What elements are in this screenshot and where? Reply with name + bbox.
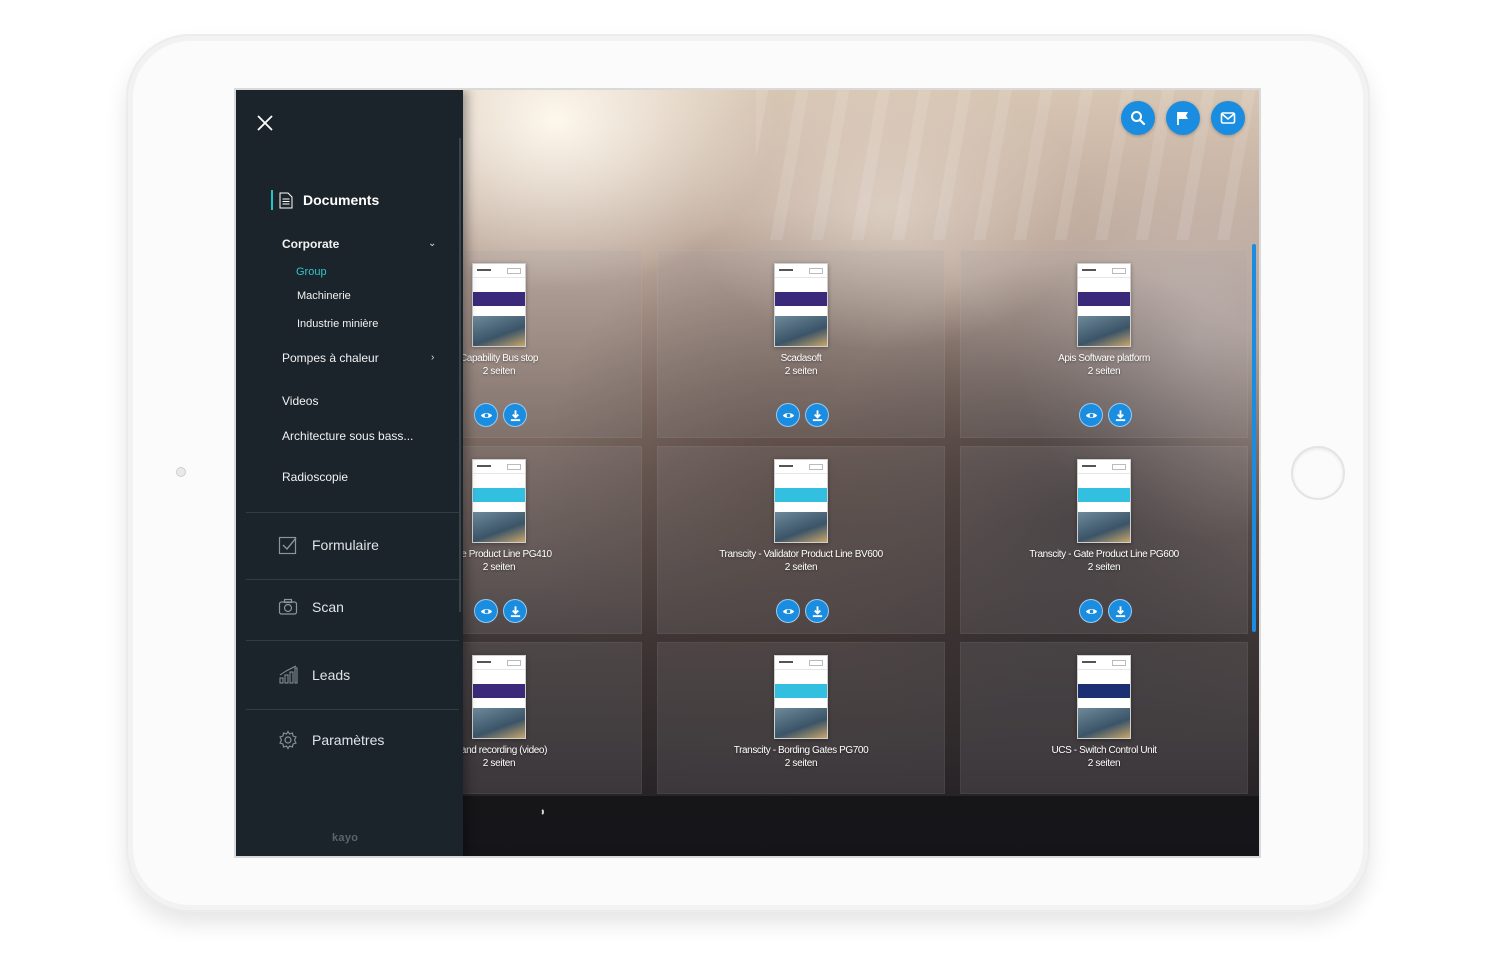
eye-icon <box>480 412 492 418</box>
preview-button[interactable] <box>776 403 800 427</box>
document-grid: Capability Bus stop 2 seiten Scadasoft 2… <box>356 250 1248 798</box>
document-tile[interactable]: Scadasoft 2 seiten <box>657 250 945 438</box>
chevron-right-icon[interactable]: › <box>431 352 434 363</box>
download-icon <box>1115 409 1125 421</box>
sidebar-item-scan[interactable]: Scan <box>278 597 344 617</box>
document-page-count: 2 seiten <box>1087 366 1121 377</box>
document-grid-scrollbar[interactable] <box>1252 244 1256 632</box>
sidebar-divider <box>246 512 459 513</box>
checkbox-icon <box>278 536 297 555</box>
sidebar: Documents Corporate ⌄ Group Machinerie I… <box>236 90 463 856</box>
document-thumbnail[interactable] <box>472 263 526 347</box>
document-icon <box>279 192 293 208</box>
download-button[interactable] <box>1108 403 1132 427</box>
eye-icon <box>782 608 794 614</box>
document-thumbnail[interactable] <box>472 655 526 739</box>
category-videos[interactable]: Videos <box>282 394 318 408</box>
mail-icon <box>1220 112 1236 124</box>
document-thumbnail[interactable] <box>774 459 828 543</box>
document-thumbnail[interactable] <box>1077 655 1131 739</box>
document-tile[interactable]: Transcity - Bording Gates PG700 2 seiten <box>657 642 945 794</box>
tablet-camera <box>176 467 186 477</box>
preview-button[interactable] <box>474 403 498 427</box>
document-thumbnail[interactable] <box>1077 459 1131 543</box>
eye-icon <box>782 412 794 418</box>
subcategory-group[interactable]: Group <box>296 266 327 278</box>
flag-icon <box>1177 112 1188 125</box>
loading-spinner <box>536 808 544 816</box>
sidebar-item-label: Paramètres <box>312 732 385 748</box>
app-screen: Capability Bus stop 2 seiten Scadasoft 2… <box>234 88 1261 858</box>
download-icon <box>510 409 520 421</box>
document-thumbnail[interactable] <box>774 655 828 739</box>
gear-icon <box>279 730 297 750</box>
document-tile[interactable]: UCS - Switch Control Unit 2 seiten <box>960 642 1248 794</box>
preview-button[interactable] <box>776 599 800 623</box>
download-button[interactable] <box>805 599 829 623</box>
sidebar-scrollbar[interactable] <box>459 138 461 612</box>
bar-chart-icon <box>279 665 298 684</box>
sidebar-item-documents[interactable]: Documents <box>271 188 379 212</box>
preview-button[interactable] <box>474 599 498 623</box>
sidebar-item-label: Scan <box>312 599 344 615</box>
document-page-count: 2 seiten <box>784 758 818 769</box>
sidebar-item-formulaire[interactable]: Formulaire <box>278 535 379 555</box>
category-radioscopie[interactable]: Radioscopie <box>282 470 348 484</box>
sidebar-divider <box>246 709 459 710</box>
eye-icon <box>480 608 492 614</box>
camera-icon <box>278 598 298 615</box>
close-icon <box>257 115 273 131</box>
eye-icon <box>1085 608 1097 614</box>
document-tile[interactable]: Transcity - Gate Product Line PG600 2 se… <box>960 446 1248 634</box>
document-title: Transcity - Validator Product Line BV600 <box>719 549 883 560</box>
brand-logo: kayo <box>332 832 359 844</box>
document-thumbnail[interactable] <box>472 459 526 543</box>
eye-icon <box>1085 412 1097 418</box>
document-page-count: 2 seiten <box>784 366 818 377</box>
search-icon <box>1131 111 1146 126</box>
document-title: Transcity - Gate Product Line PG600 <box>1029 549 1179 560</box>
document-title: Scadasoft <box>780 353 822 364</box>
download-icon <box>812 409 822 421</box>
document-title: UCS - Switch Control Unit <box>1051 745 1157 756</box>
subcategory-industrie-miniere[interactable]: Industrie minière <box>297 318 378 330</box>
sidebar-item-label: Formulaire <box>312 537 379 553</box>
document-title: Apis Software platform <box>1058 353 1150 364</box>
search-button[interactable] <box>1121 101 1155 135</box>
download-button[interactable] <box>805 403 829 427</box>
download-icon <box>812 605 822 617</box>
download-button[interactable] <box>503 599 527 623</box>
category-architecture[interactable]: Architecture sous bass... <box>282 429 413 443</box>
chevron-down-icon[interactable]: ⌄ <box>428 238 436 249</box>
subcategory-machinerie[interactable]: Machinerie <box>297 290 351 302</box>
document-tile[interactable]: Transcity - Validator Product Line BV600… <box>657 446 945 634</box>
preview-button[interactable] <box>1079 599 1103 623</box>
category-pompes-a-chaleur[interactable]: Pompes à chaleur <box>282 351 379 365</box>
document-tile[interactable]: Apis Software platform 2 seiten <box>960 250 1248 438</box>
document-page-count: 2 seiten <box>1087 562 1121 573</box>
document-page-count: 2 seiten <box>1087 758 1121 769</box>
sidebar-divider <box>246 579 459 580</box>
document-thumbnail[interactable] <box>774 263 828 347</box>
document-thumbnail[interactable] <box>1077 263 1131 347</box>
sidebar-item-leads[interactable]: Leads <box>278 665 350 685</box>
download-icon <box>1115 605 1125 617</box>
active-indicator <box>271 190 273 210</box>
close-button[interactable] <box>256 114 274 132</box>
sidebar-item-parametres[interactable]: Paramètres <box>278 730 384 750</box>
preview-button[interactable] <box>1079 403 1103 427</box>
document-page-count: 2 seiten <box>784 562 818 573</box>
download-icon <box>510 605 520 617</box>
download-button[interactable] <box>1108 599 1132 623</box>
sidebar-item-label: Leads <box>312 667 351 683</box>
download-button[interactable] <box>503 403 527 427</box>
category-corporate[interactable]: Corporate <box>282 237 339 251</box>
top-actions <box>1121 101 1245 135</box>
mail-button[interactable] <box>1211 101 1245 135</box>
home-button[interactable] <box>1291 446 1345 500</box>
sidebar-item-label: Documents <box>303 192 380 208</box>
document-title: Transcity - Bording Gates PG700 <box>733 745 869 756</box>
sidebar-divider <box>246 640 459 641</box>
flag-button[interactable] <box>1166 101 1200 135</box>
